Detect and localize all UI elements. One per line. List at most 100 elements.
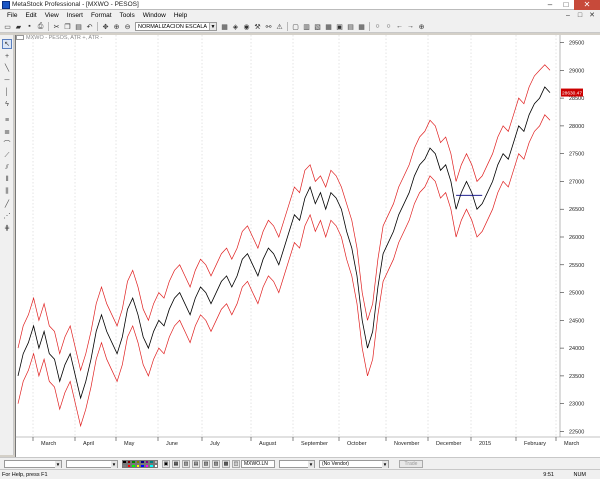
grid-icon[interactable]: ▦	[324, 22, 333, 31]
ellipse-icon[interactable]: ○	[384, 22, 393, 31]
new-chart-icon[interactable]: ▢	[291, 22, 300, 31]
horizontal-line-icon[interactable]: ─	[2, 75, 12, 85]
color-picker-icon[interactable]: ▣	[162, 459, 170, 468]
window-controls: – □ ✕	[542, 0, 600, 10]
menu-view[interactable]: View	[41, 12, 63, 19]
style-e-icon[interactable]: ▩	[222, 459, 230, 468]
minimize-button[interactable]: –	[542, 0, 558, 10]
menu-help[interactable]: Help	[170, 12, 191, 19]
cascade-icon[interactable]: ▧	[313, 22, 322, 31]
gann-grid-icon[interactable]: ⋕	[2, 223, 12, 233]
circle-icon[interactable]: ○	[373, 22, 382, 31]
last-price-label: 28630.47	[562, 91, 582, 97]
fibonacci-icon[interactable]: ≣	[2, 127, 12, 137]
menu-format[interactable]: Format	[87, 12, 116, 19]
time-zones-icon[interactable]: ⫼	[2, 187, 12, 197]
color-palette[interactable]	[122, 459, 158, 468]
x-tick-label: February	[524, 441, 546, 447]
line-weight-combo[interactable]: ▼	[66, 459, 118, 468]
table-icon[interactable]: ▦	[357, 22, 366, 31]
zoom-in-icon[interactable]: ⊕	[112, 22, 121, 31]
open-icon[interactable]: ▰	[14, 22, 23, 31]
copy-icon[interactable]: ❐	[63, 22, 72, 31]
explorer-icon[interactable]: ◈	[231, 22, 240, 31]
status-num-lock: NUM	[573, 471, 586, 478]
style-c-icon[interactable]: ▧	[202, 459, 210, 468]
status-time: 9:51	[543, 471, 554, 478]
zigzag-icon[interactable]: ϟ	[2, 99, 12, 109]
scale-combo[interactable]: NORMALIZACION ESCALA ▼	[135, 22, 217, 31]
arrow-left-icon[interactable]: ←	[395, 22, 404, 31]
zoom-out-icon[interactable]: ⊖	[123, 22, 132, 31]
doc-restore-button[interactable]: □	[574, 10, 586, 21]
symbol-combo-value: MXWO.LN	[244, 460, 268, 467]
style-d-icon[interactable]: ▨	[212, 459, 220, 468]
crosshair-icon[interactable]: +	[2, 51, 12, 61]
binoculars-icon[interactable]: ⚯	[264, 22, 273, 31]
price-chart[interactable]: March April May June July August September Octo…	[15, 35, 600, 457]
doc-close-button[interactable]: ✕	[586, 10, 598, 21]
maximize-button[interactable]: □	[558, 0, 574, 10]
cycle-lines-icon[interactable]: ⦀	[2, 175, 12, 185]
chart-legend: MXWO - PESOS, ATR +, ATR -	[16, 35, 102, 41]
tile-icon[interactable]: ▥	[302, 22, 311, 31]
document-controls: – □ ✕	[562, 10, 598, 21]
gann-fan-icon[interactable]: ⋰	[2, 211, 12, 221]
paste-icon[interactable]: ▤	[74, 22, 83, 31]
chevron-down-icon: ▼	[209, 23, 216, 30]
channel-icon[interactable]: ≡	[2, 115, 12, 125]
scale-combo-value: NORMALIZACION ESCALA	[138, 24, 208, 30]
y-tick-label: 28000	[569, 124, 584, 130]
line-style-combo[interactable]: ▼	[4, 459, 62, 468]
arrow-right-icon[interactable]: →	[406, 22, 415, 31]
style-b-icon[interactable]: ▤	[192, 459, 200, 468]
style-f-icon[interactable]: ◫	[232, 459, 240, 468]
x-tick-label: March	[564, 441, 579, 447]
print-icon[interactable]: ⎙	[36, 22, 45, 31]
toolbar-divider	[369, 22, 370, 31]
pointer-icon[interactable]: ↖	[2, 39, 12, 49]
color-swatch[interactable]	[153, 463, 158, 468]
gann-line-icon[interactable]: ╱	[2, 199, 12, 209]
expert-icon[interactable]: ◉	[242, 22, 251, 31]
ruler-icon[interactable]: ▦	[220, 22, 229, 31]
y-tick-label: 27500	[569, 152, 584, 158]
trade-button[interactable]: Trade	[399, 459, 423, 468]
window-icon[interactable]: ▣	[335, 22, 344, 31]
cut-icon[interactable]: ✂	[52, 22, 61, 31]
fill-icon[interactable]: ▦	[172, 459, 180, 468]
fan-icon[interactable]: ⟋	[2, 151, 12, 161]
vertical-line-icon[interactable]: │	[2, 87, 12, 97]
menu-insert[interactable]: Insert	[63, 12, 87, 19]
menu-tools[interactable]: Tools	[116, 12, 139, 19]
menu-window[interactable]: Window	[139, 12, 170, 19]
chevron-down-icon: ▼	[55, 460, 61, 468]
tools-icon[interactable]: ⚒	[253, 22, 262, 31]
y-tick-label: 29000	[569, 68, 584, 74]
menu-file[interactable]: File	[3, 12, 21, 19]
close-button[interactable]: ✕	[574, 0, 600, 10]
trendline-icon[interactable]: ╲	[2, 63, 12, 73]
x-tick-label: 2015	[479, 441, 491, 447]
period-combo[interactable]: ▼	[279, 459, 315, 468]
x-tick-label: October	[347, 441, 367, 447]
arc-icon[interactable]: ⌒	[2, 139, 12, 149]
chevron-down-icon: ▼	[382, 460, 388, 468]
symbol-combo[interactable]: MXWO.LN	[241, 459, 275, 468]
save-icon[interactable]: ▪	[25, 22, 34, 31]
vendor-combo-value: (No Vendor)	[322, 460, 349, 467]
style-a-icon[interactable]: ▥	[182, 459, 190, 468]
menu-edit[interactable]: Edit	[21, 12, 40, 19]
move-icon[interactable]: ✥	[101, 22, 110, 31]
vendor-combo[interactable]: (No Vendor) ▼	[319, 459, 389, 468]
alert-icon[interactable]: ⚠	[275, 22, 284, 31]
x-tick-label: April	[83, 441, 94, 447]
undo-icon[interactable]: ↶	[85, 22, 94, 31]
speed-lines-icon[interactable]: ⫽	[2, 163, 12, 173]
chevron-down-icon: ▼	[308, 460, 314, 468]
menu-bar: File Edit View Insert Format Tools Windo…	[0, 10, 600, 21]
zoom-icon[interactable]: ⊕	[417, 22, 426, 31]
doc-minimize-button[interactable]: –	[562, 10, 574, 21]
layout-icon[interactable]: ▤	[346, 22, 355, 31]
new-icon[interactable]: ▭	[3, 22, 12, 31]
